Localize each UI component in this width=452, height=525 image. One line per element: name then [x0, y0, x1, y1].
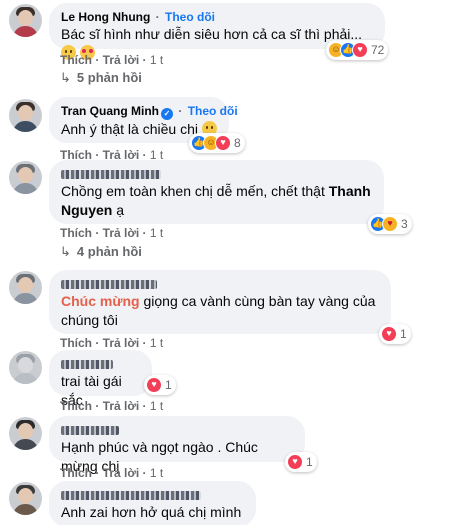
comment-text: Chồng em toàn khen chị dễ mến, chết thật [61, 183, 329, 199]
comment-bubble: trai tài gái sắc [49, 350, 152, 408]
reply-link[interactable]: Trả lời [103, 466, 140, 480]
comment-text: Anh zai hơn hở quá chị mình ơi! [61, 504, 242, 525]
commenter-name-blurred[interactable] [61, 491, 201, 501]
reaction-summary[interactable]: 👍 ♥ 3 [368, 214, 412, 234]
comment-bubble: Chúc mừng giọng ca vành cùng bàn tay vàn… [49, 270, 391, 334]
avatar[interactable] [9, 482, 42, 515]
reply-arrow-icon: ↳ [60, 70, 71, 85]
highlight-tag[interactable]: Chúc mừng [61, 293, 140, 309]
avatar[interactable] [9, 351, 42, 384]
comment-text: Bác sĩ hình như diễn siêu hơn cả ca sĩ t… [61, 26, 363, 42]
love-reaction-icon: ♥ [352, 42, 368, 58]
replies-count: 4 phản hồi [76, 244, 142, 259]
reaction-count: 1 [306, 455, 313, 469]
comment-actions: Thích · Trả lời · 1 t [60, 226, 164, 240]
love-reaction-icon: ♥ [381, 326, 397, 342]
avatar[interactable] [9, 99, 42, 132]
comment-text: Anh ý thật là chiều chị [61, 121, 198, 137]
comment-bubble: Hạnh phúc và ngọt ngào . Chúc mừng chị [49, 416, 305, 474]
avatar[interactable] [9, 417, 42, 450]
reaction-summary[interactable]: ♥ 1 [379, 324, 411, 344]
verified-badge-icon: ✓ [161, 108, 173, 120]
comment-actions: Thích · Trả lời · 1 t [60, 466, 164, 480]
reaction-count: 1 [165, 378, 172, 392]
love-reaction-icon: ♥ [287, 454, 303, 470]
comment-bubble: Chồng em toàn khen chị dễ mến, chết thật… [49, 160, 384, 224]
reaction-count: 1 [400, 327, 407, 341]
view-replies-link[interactable]: ↳ 4 phản hồi [60, 244, 142, 260]
reply-link[interactable]: Trả lời [103, 226, 140, 240]
like-link[interactable]: Thích [60, 226, 92, 240]
avatar[interactable] [9, 4, 42, 37]
follow-button[interactable]: Theo dõi [165, 10, 215, 24]
commenter-name-blurred[interactable] [61, 426, 119, 436]
reaction-summary[interactable]: ♥ 1 [144, 375, 176, 395]
like-link[interactable]: Thích [60, 399, 92, 413]
avatar[interactable] [9, 271, 42, 304]
comment-time[interactable]: 1 t [150, 226, 163, 240]
view-replies-link[interactable]: ↳ 5 phản hồi [60, 70, 142, 86]
comment-actions: Thích · Trả lời · 1 t [60, 53, 164, 67]
care-reaction-icon: ♥ [382, 216, 398, 232]
comment-time[interactable]: 1 t [150, 466, 163, 480]
reaction-summary[interactable]: 👍 ☺ ♥ 8 [189, 133, 245, 153]
comment-actions: Thích · Trả lời · 1 t [60, 336, 164, 350]
comment-time[interactable]: 1 t [150, 336, 163, 350]
love-reaction-icon: ♥ [215, 135, 231, 151]
reaction-count: 3 [401, 217, 408, 231]
comment-actions: Thích · Trả lời · 1 t [60, 399, 164, 413]
reply-arrow-icon: ↳ [60, 244, 71, 259]
replies-count: 5 phản hồi [76, 70, 142, 85]
commenter-name-blurred[interactable] [61, 360, 113, 370]
like-link[interactable]: Thích [60, 466, 92, 480]
reply-link[interactable]: Trả lời [103, 399, 140, 413]
like-link[interactable]: Thích [60, 336, 92, 350]
love-reaction-icon: ♥ [146, 377, 162, 393]
reaction-summary[interactable]: ♥ 1 [285, 452, 317, 472]
reply-link[interactable]: Trả lời [103, 53, 140, 67]
comment-time[interactable]: 1 t [150, 399, 163, 413]
commenter-name-blurred[interactable] [61, 280, 157, 290]
commenter-name[interactable]: Le Hong Nhung [61, 10, 150, 24]
comment-time[interactable]: 1 t [150, 53, 163, 67]
reaction-summary[interactable]: ☺ 👍 ♥ 72 [326, 40, 389, 60]
follow-button[interactable]: Theo dõi [188, 104, 238, 118]
like-link[interactable]: Thích [60, 53, 92, 67]
reaction-count: 8 [234, 136, 241, 150]
reaction-count: 72 [371, 43, 385, 57]
commenter-name-blurred[interactable] [61, 170, 161, 180]
reply-link[interactable]: Trả lời [103, 336, 140, 350]
avatar[interactable] [9, 161, 42, 194]
commenter-name[interactable]: Tran Quang Minh [61, 104, 159, 118]
comment-bubble: Anh zai hơn hở quá chị mình ơi! [49, 481, 256, 525]
